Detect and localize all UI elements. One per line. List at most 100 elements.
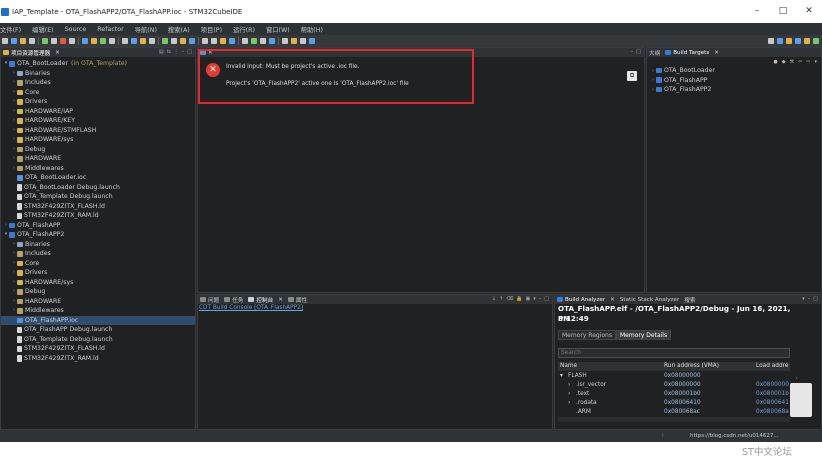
menu-item[interactable]: Source (65, 26, 87, 33)
toolbar-icon[interactable] (149, 38, 155, 44)
menu-item[interactable]: 导航(N) (135, 25, 157, 34)
view-menu-icon[interactable]: ⋮ (174, 48, 179, 57)
toolbar-icon[interactable] (109, 38, 115, 44)
perspective-icon[interactable] (795, 38, 801, 44)
console-tab-close-icon[interactable]: ✕ (278, 297, 283, 303)
tree-item[interactable]: › Debug (1, 145, 195, 155)
tree-item[interactable]: STM32F429ZITX_RAM.ld (1, 354, 195, 364)
toolbar-icon[interactable] (171, 38, 177, 44)
menu-item[interactable]: 运行(R) (233, 25, 255, 34)
minimize-button[interactable]: – (744, 0, 770, 23)
tree-item[interactable]: › Drivers (1, 97, 195, 107)
build-target-icon[interactable]: ⚒ (790, 57, 794, 67)
maximize-button[interactable]: □ (770, 0, 796, 23)
build-target-item[interactable]: › OTA_BootLoader (650, 67, 715, 74)
tab-search[interactable]: 搜索 (684, 296, 695, 304)
console-tab[interactable]: 控制台 (256, 296, 273, 304)
expand-arrow-icon[interactable]: › (568, 381, 570, 390)
toolbar-icon[interactable] (211, 38, 217, 44)
maximize-view-icon[interactable]: □ (187, 48, 192, 57)
memory-search-input[interactable]: Search (558, 348, 790, 358)
new-target-icon[interactable]: ● (773, 57, 777, 67)
tree-item[interactable]: › HARDWARE/STMFLASH (1, 126, 195, 136)
tree-item[interactable]: ▾ OTA_BootLoader (in OTA_Template) (1, 59, 195, 69)
perspective-icon[interactable] (777, 38, 783, 44)
toolbar-icon[interactable] (60, 38, 66, 44)
tree-item[interactable]: › Includes (1, 78, 195, 88)
tree-item[interactable]: › Middlewares (1, 306, 195, 316)
forward-icon[interactable]: ⇨ (806, 57, 810, 67)
side-scroll-handle[interactable] (790, 383, 812, 417)
tree-item[interactable]: › HARDWARE (1, 154, 195, 164)
memory-row[interactable]: › .isr_vector 0x08000000 0x0800000 (558, 381, 790, 390)
toolbar-icon[interactable] (229, 38, 235, 44)
tree-item[interactable]: › Binaries (1, 69, 195, 79)
tab-close-icon[interactable]: ✕ (55, 50, 60, 56)
menu-item[interactable]: Refactor (97, 26, 123, 33)
toolbar-icon[interactable] (122, 38, 128, 44)
tab-build-analyzer[interactable]: Build Analyzer (565, 297, 605, 303)
console-tab[interactable]: 问题 (208, 296, 219, 304)
console-scroll-icon[interactable]: ↑ (499, 295, 503, 304)
menu-item[interactable]: 搜索(A) (168, 25, 190, 34)
tree-item[interactable]: › HARDWARE/sys (1, 135, 195, 145)
side-chevron-icon[interactable]: › (795, 374, 798, 382)
tree-item[interactable]: OTA_BootLoader Debug.launch (1, 183, 195, 193)
tree-item[interactable]: STM32F429ZITX_FLASH.ld (1, 202, 195, 212)
expand-arrow-icon[interactable]: › (568, 390, 570, 399)
edit-target-icon[interactable]: ◆ (782, 57, 786, 67)
tree-item[interactable]: STM32F429ZITX_RAM.ld (1, 211, 195, 221)
toolbar-icon[interactable] (180, 38, 186, 44)
col-name[interactable]: Name (560, 362, 577, 371)
memory-row[interactable]: › .text 0x080001b0 0x080001b (558, 390, 790, 399)
tree-item[interactable]: › Binaries (1, 240, 195, 250)
perspective-icon[interactable] (804, 38, 810, 44)
expanded-arrow-icon[interactable]: ▾ (560, 372, 563, 381)
col-load-address[interactable]: Load addre (756, 362, 788, 371)
console-minimize-icon[interactable]: – (539, 295, 542, 304)
toolbar-icon[interactable] (42, 38, 48, 44)
toolbar-icon[interactable] (51, 38, 57, 44)
menu-item[interactable]: 项目(P) (201, 25, 222, 34)
tree-item[interactable]: › Drivers (1, 268, 195, 278)
tree-item[interactable]: › HARDWARE/KEY (1, 116, 195, 126)
console-tab[interactable]: 任务 (232, 296, 243, 304)
toolbar-icon[interactable] (11, 38, 17, 44)
toolbar-icon[interactable] (300, 38, 306, 44)
toolbar-icon[interactable] (242, 38, 248, 44)
tree-item[interactable]: › HARDWARE/IAP (1, 107, 195, 117)
toolbar-icon[interactable] (189, 38, 195, 44)
tree-item[interactable]: › Includes (1, 249, 195, 259)
memory-table-hscroll[interactable] (558, 417, 790, 422)
toolbar-icon[interactable] (269, 38, 275, 44)
console-menu-icon[interactable]: ▾ (533, 295, 536, 304)
perspective-icon[interactable] (768, 38, 774, 44)
expand-arrow-icon[interactable]: › (568, 399, 570, 408)
toolbar-icon[interactable] (91, 38, 97, 44)
tree-item[interactable]: OTA_FlashAPP.ioc (1, 315, 195, 325)
tree-item[interactable]: › Debug (1, 287, 195, 297)
tree-item[interactable]: OTA_BootLoader.ioc (1, 173, 195, 183)
link-editor-icon[interactable]: ⇆ (167, 48, 171, 57)
toolbar-icon[interactable] (140, 38, 146, 44)
memory-row[interactable]: › .rodata 0x08006410 0x0800641 (558, 399, 790, 408)
collapse-all-icon[interactable]: ▤ (159, 48, 164, 57)
memory-row[interactable]: .ARM 0x080068ac 0x080068a (558, 408, 790, 417)
tree-item[interactable]: OTA_Template Debug.launch (1, 335, 195, 345)
toolbar-icon[interactable] (220, 38, 226, 44)
tree-item[interactable]: › Core (1, 88, 195, 98)
console-lock-icon[interactable]: 🔒 (516, 295, 522, 304)
tab-build-targets[interactable]: Build Targets (673, 50, 709, 56)
memory-row[interactable]: ▾ FLASH 0x08000000 (558, 372, 790, 381)
tab-static-stack-analyzer[interactable]: Static Stack Analyzer (620, 297, 679, 303)
toolbar-icon[interactable] (131, 38, 137, 44)
toolbar-icon[interactable] (69, 38, 75, 44)
back-icon[interactable]: ⇦ (798, 57, 802, 67)
build-targets-tab-close-icon[interactable]: ✕ (714, 50, 719, 56)
menu-item[interactable]: 窗口(W) (266, 25, 290, 34)
tree-item[interactable]: › HARDWARE (1, 297, 195, 307)
toolbar-icon[interactable] (82, 38, 88, 44)
toolbar-icon[interactable] (162, 38, 168, 44)
toolbar-icon[interactable] (20, 38, 26, 44)
tab-memory-details[interactable]: Memory Details (615, 330, 672, 340)
